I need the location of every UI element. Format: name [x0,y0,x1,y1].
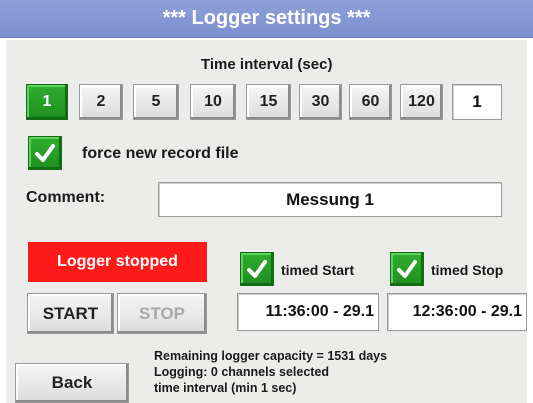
force-new-record-checkbox[interactable] [28,136,62,170]
checkmark-icon [35,144,55,162]
timed-stop-field[interactable]: 12:36:00 - 29.1 [387,293,527,331]
interval-option-30[interactable]: 30 [299,84,342,120]
interval-option-15[interactable]: 15 [246,84,291,120]
comment-field[interactable]: Messung 1 [158,182,502,217]
timed-stop-checkbox[interactable] [390,252,424,286]
time-interval-hint-text: time interval (min 1 sec) [154,381,297,395]
logger-capacity-text: Remaining logger capacity = 1531 days [154,349,388,363]
interval-option-10[interactable]: 10 [190,84,236,120]
settings-panel: Time interval (sec) 1 2 5 10 15 30 60 120 1 for… [6,40,527,403]
timed-start-field[interactable]: 11:36:00 - 29.1 [237,293,379,331]
interval-option-1[interactable]: 1 [26,84,68,120]
checkmark-icon [397,260,417,278]
stop-button[interactable]: STOP [117,293,207,334]
timed-start-label: timed Start [281,262,355,278]
interval-option-2[interactable]: 2 [79,84,123,120]
interval-option-5[interactable]: 5 [133,84,179,120]
timed-stop-label: timed Stop [431,262,504,278]
interval-option-120[interactable]: 120 [400,84,443,120]
window-title: *** Logger settings *** [0,0,533,38]
timed-start-value: 11:36:00 - 29.1 [265,303,374,320]
force-new-record-label: force new record file [82,145,239,162]
time-interval-label: Time interval (sec) [201,56,333,73]
custom-interval-field[interactable]: 1 [452,84,502,120]
interval-option-60[interactable]: 60 [349,84,392,120]
back-button[interactable]: Back [15,363,129,403]
timed-start-checkbox[interactable] [240,252,274,286]
logger-status-badge: Logger stopped [28,242,207,282]
checkmark-icon [247,260,267,278]
comment-label: Comment: [26,189,106,206]
timed-stop-value: 12:36:00 - 29.1 [412,303,522,320]
logging-channels-text: Logging: 0 channels selected [154,365,330,379]
start-button[interactable]: START [27,293,114,334]
